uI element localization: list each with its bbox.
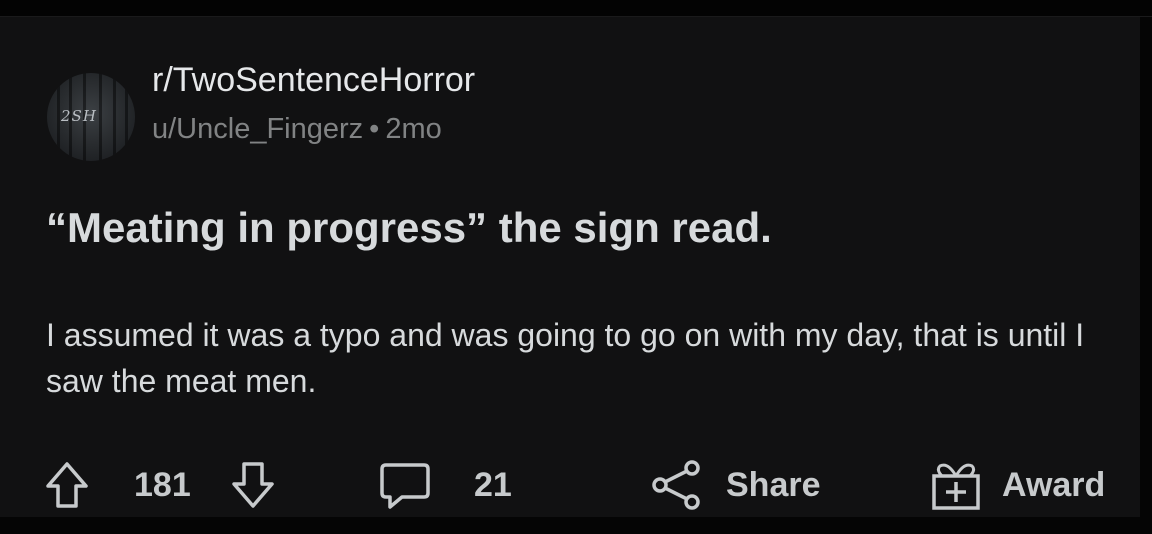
gift-box-icon	[932, 463, 980, 510]
subreddit-name[interactable]: r/TwoSentenceHorror	[152, 60, 475, 100]
award-button[interactable]: Award	[928, 458, 1105, 512]
award-label: Award	[1002, 465, 1106, 504]
post-body: I assumed it was a typo and was going to…	[46, 317, 1085, 399]
post-title[interactable]: “Meating in progress” the sign read.	[46, 202, 772, 254]
subreddit-avatar[interactable]: 2SH	[47, 73, 135, 161]
score-count: 181	[134, 465, 191, 504]
avatar-logo-text: 2SH	[61, 107, 97, 125]
share-button[interactable]: Share	[650, 458, 821, 512]
top-divider	[0, 0, 1152, 17]
share-label: Share	[726, 465, 821, 504]
arrow-up-icon	[46, 462, 88, 508]
comments-button[interactable]: 21	[378, 458, 512, 512]
right-edge	[1140, 17, 1152, 517]
meta-separator: •	[369, 113, 380, 145]
arrow-down-icon	[232, 462, 274, 508]
bottom-divider	[0, 517, 1152, 534]
share-icon	[652, 460, 700, 510]
author-link[interactable]: u/Uncle_Fingerz	[152, 113, 363, 145]
score: 181	[134, 458, 191, 512]
post-age: 2mo	[385, 113, 442, 145]
speech-bubble-icon	[380, 463, 430, 509]
downvote-button[interactable]	[230, 458, 276, 512]
post-meta: u/Uncle_Fingerz • 2mo	[152, 112, 442, 146]
upvote-button[interactable]	[44, 458, 90, 512]
comment-count: 21	[474, 465, 512, 504]
